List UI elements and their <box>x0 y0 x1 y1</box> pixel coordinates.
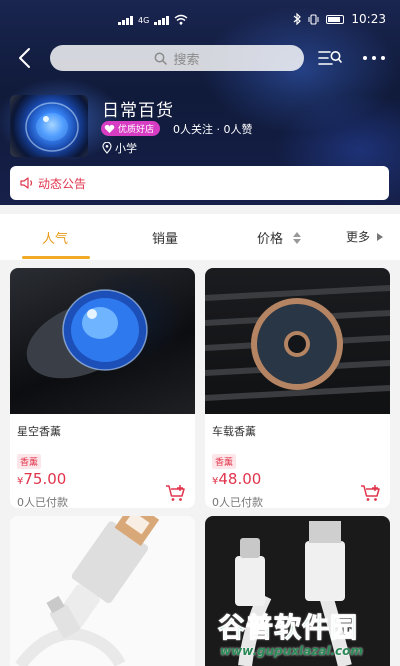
signal-indicators: 4G <box>118 14 188 25</box>
signal-icon <box>118 16 133 25</box>
quality-shop-badge: 优质好店 <box>101 121 161 136</box>
product-card[interactable] <box>10 516 195 666</box>
shop-name: 日常百货 <box>102 101 174 121</box>
sold-count: 0人已付款 <box>17 496 68 508</box>
search-placeholder: 搜索 <box>173 52 200 68</box>
shop-header: 4G 10:23 搜索 日常百货 优质好店 0人关注 · 0人赞 小学 动态公告 <box>0 0 400 205</box>
product-title: 星空香薰 <box>17 425 61 438</box>
product-title: 车载香薰 <box>212 425 256 438</box>
product-card[interactable]: 车载香薰 香薰 ¥48.00 0人已付款 <box>205 268 390 508</box>
product-image-typec-cable <box>205 516 390 666</box>
cart-plus-icon[interactable] <box>360 484 382 502</box>
product-image-car-aroma <box>205 268 390 414</box>
aroma-device-graphic <box>26 289 148 379</box>
shop-logo[interactable] <box>10 95 88 157</box>
tab-price[interactable]: 价格 <box>257 228 283 247</box>
speaker-icon <box>20 177 33 189</box>
sort-arrows-icon <box>293 232 301 244</box>
product-card[interactable] <box>205 516 390 666</box>
announcement-bar[interactable]: 动态公告 <box>10 166 389 200</box>
location-text: 小学 <box>115 142 137 155</box>
product-card[interactable]: 星空香薰 香薰 ¥75.00 0人已付款 <box>10 268 195 508</box>
sold-count: 0人已付款 <box>212 496 263 508</box>
vibrate-icon <box>308 13 319 25</box>
bluetooth-icon <box>294 13 302 25</box>
product-grid: 星空香薰 香薰 ¥75.00 0人已付款 车载香薰 香薰 ¥48.00 0人已付… <box>0 260 400 666</box>
wifi-icon <box>174 14 188 25</box>
battery-icon <box>326 14 345 24</box>
shop-logo-graphic <box>25 102 79 152</box>
product-tag: 香薰 <box>17 454 42 469</box>
sort-tabs: 人气 销量 价格 更多 <box>0 214 400 260</box>
status-time: 10:23 <box>351 12 386 26</box>
search-input[interactable]: 搜索 <box>50 45 304 71</box>
top-nav: 搜索 <box>0 42 400 74</box>
price-value: 75.00 <box>23 470 67 488</box>
cart-plus-icon[interactable] <box>165 484 187 502</box>
product-price: ¥75.00 <box>17 469 66 488</box>
product-image-star-aroma <box>10 268 195 414</box>
product-tag: 香薰 <box>212 454 237 469</box>
triangle-right-icon <box>377 233 383 241</box>
active-tab-indicator <box>22 256 90 259</box>
car-vent-graphic <box>205 285 390 401</box>
usb-cable-graphic <box>15 516 160 666</box>
announcement-label: 动态公告 <box>38 176 87 191</box>
typec-cable-graphic <box>235 521 352 666</box>
tab-popularity[interactable]: 人气 <box>42 228 68 247</box>
shop-location: 小学 <box>102 140 137 156</box>
product-image-usb-cable <box>10 516 195 666</box>
status-right: 10:23 <box>293 12 386 26</box>
signal-icon <box>154 16 170 25</box>
search-icon <box>155 52 168 65</box>
diamond-heart-icon <box>104 124 115 133</box>
tab-sales[interactable]: 销量 <box>152 228 178 247</box>
network-label: 4G <box>138 16 150 25</box>
tab-more[interactable]: 更多 <box>346 228 370 245</box>
more-dots-icon[interactable] <box>360 50 388 66</box>
back-arrow-icon[interactable] <box>12 44 40 72</box>
follow-stats: 0人关注 · 0人赞 <box>173 123 253 136</box>
category-search-icon[interactable] <box>318 48 342 68</box>
location-pin-icon <box>102 142 112 154</box>
status-bar: 4G 10:23 <box>0 0 400 40</box>
product-price: ¥48.00 <box>212 469 261 488</box>
price-value: 48.00 <box>218 470 262 488</box>
badge-label: 优质好店 <box>118 125 155 135</box>
